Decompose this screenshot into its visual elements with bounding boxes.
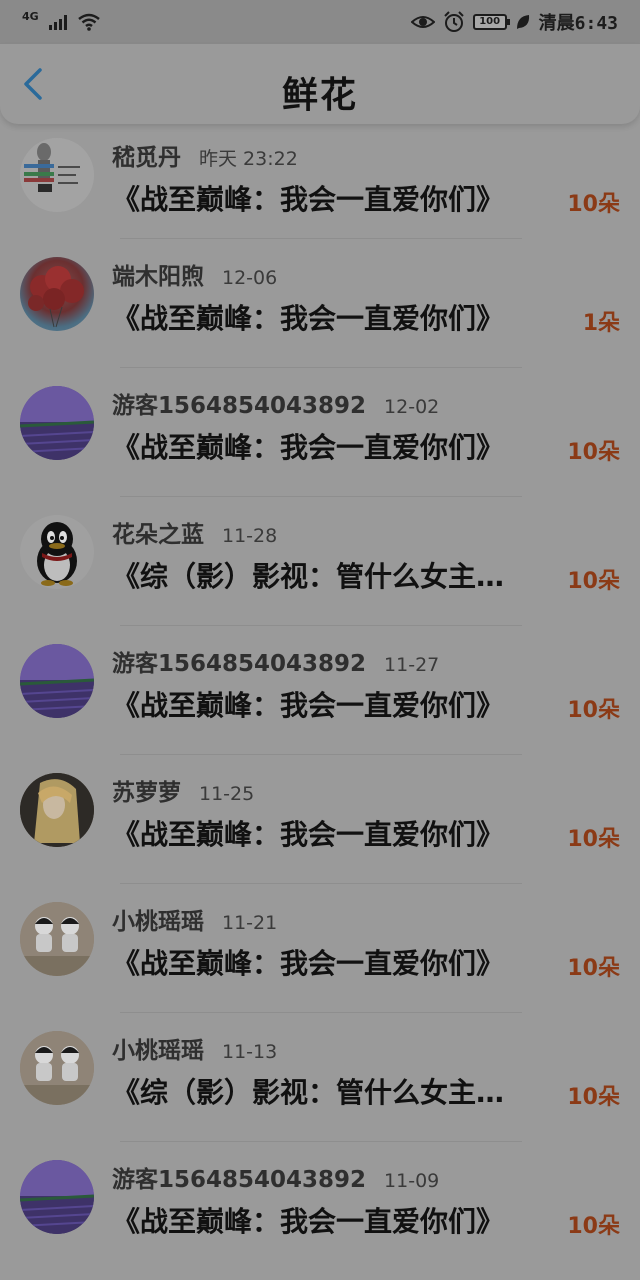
user-name: 端木阳煦 bbox=[112, 264, 204, 290]
avatar[interactable] bbox=[20, 138, 94, 212]
status-bar: 4G 100 清晨6:43 bbox=[0, 0, 640, 44]
battery-icon: 100 bbox=[472, 14, 510, 30]
timestamp: 12-06 bbox=[222, 267, 278, 289]
lavender-field-avatar-image bbox=[20, 644, 94, 718]
timestamp: 11-09 bbox=[384, 1170, 440, 1192]
status-left: 4G bbox=[22, 9, 101, 31]
name-line: 苏萝萝 11-25 bbox=[112, 773, 254, 807]
app-header: 鲜花 bbox=[0, 44, 640, 124]
book-title: 《战至巅峰：我会一直爱你们》 bbox=[112, 818, 505, 851]
book-title: 《战至巅峰：我会一直爱你们》 bbox=[112, 689, 505, 722]
list-item[interactable]: 游客1564854043892 11-09 《战至巅峰：我会一直爱你们》 10朵 bbox=[0, 1142, 640, 1271]
lavender-field-avatar-image bbox=[20, 1160, 94, 1234]
book-title: 《综（影）影视：管什么女主… bbox=[112, 1076, 505, 1109]
balloons-avatar-image bbox=[28, 266, 84, 328]
timestamp: 11-21 bbox=[222, 912, 278, 934]
flower-count: 10朵 bbox=[567, 440, 620, 465]
flower-count: 10朵 bbox=[567, 827, 620, 852]
status-right: 100 清晨6:43 bbox=[410, 9, 618, 35]
name-line: 嵇觅丹 昨天 23:22 bbox=[112, 138, 298, 172]
list-item[interactable]: 嵇觅丹 昨天 23:22 《战至巅峰：我会一直爱你们》 10朵 bbox=[0, 124, 640, 239]
book-title: 《综（影）影视：管什么女主… bbox=[112, 560, 505, 593]
book-title: 《战至巅峰：我会一直爱你们》 bbox=[112, 431, 505, 464]
user-name: 花朵之蓝 bbox=[112, 522, 204, 548]
flower-count: 10朵 bbox=[567, 192, 620, 217]
list-item[interactable]: 花朵之蓝 11-28 《综（影）影视：管什么女主… 10朵 bbox=[0, 497, 640, 626]
name-line: 游客1564854043892 11-27 bbox=[112, 644, 439, 678]
timestamp: 11-27 bbox=[384, 654, 440, 676]
timestamp: 昨天 23:22 bbox=[199, 148, 298, 170]
anime-girl-avatar-image bbox=[20, 773, 94, 847]
avatar[interactable] bbox=[20, 1031, 94, 1105]
book-title: 《战至巅峰：我会一直爱你们》 bbox=[112, 183, 505, 216]
avatar[interactable] bbox=[20, 773, 94, 847]
book-title: 《战至巅峰：我会一直爱你们》 bbox=[112, 947, 505, 980]
page-title: 鲜花 bbox=[281, 75, 358, 116]
lavender-field-avatar-image bbox=[20, 386, 94, 460]
flower-count: 10朵 bbox=[567, 698, 620, 723]
sketch-avatar-image bbox=[20, 138, 94, 212]
list-item[interactable]: 游客1564854043892 12-02 《战至巅峰：我会一直爱你们》 10朵 bbox=[0, 368, 640, 497]
eye-icon bbox=[410, 16, 435, 28]
avatar[interactable] bbox=[20, 644, 94, 718]
flower-count: 10朵 bbox=[567, 956, 620, 981]
name-line: 端木阳煦 12-06 bbox=[112, 257, 277, 291]
user-name: 游客1564854043892 bbox=[112, 1167, 367, 1193]
user-name: 小桃瑶瑶 bbox=[112, 909, 204, 935]
list-item[interactable]: 端木阳煦 12-06 《战至巅峰：我会一直爱你们》 1朵 bbox=[0, 239, 640, 368]
user-name: 游客1564854043892 bbox=[112, 651, 367, 677]
timestamp: 11-28 bbox=[222, 525, 278, 547]
book-title: 《战至巅峰：我会一直爱你们》 bbox=[112, 302, 505, 335]
flower-list: 嵇觅丹 昨天 23:22 《战至巅峰：我会一直爱你们》 10朵 端木阳煦 12-… bbox=[0, 124, 640, 1271]
name-line: 花朵之蓝 11-28 bbox=[112, 515, 277, 549]
flower-count: 1朵 bbox=[582, 311, 620, 336]
leaf-icon bbox=[516, 15, 529, 29]
network-type: 4G bbox=[22, 9, 39, 23]
user-name: 游客1564854043892 bbox=[112, 393, 367, 419]
list-item[interactable]: 苏萝萝 11-25 《战至巅峰：我会一直爱你们》 10朵 bbox=[0, 755, 640, 884]
dolls-avatar-image bbox=[20, 1031, 94, 1105]
name-line: 小桃瑶瑶 11-13 bbox=[112, 1031, 277, 1065]
timestamp: 12-02 bbox=[384, 396, 440, 418]
user-name: 苏萝萝 bbox=[112, 780, 181, 806]
list-item[interactable]: 小桃瑶瑶 11-13 《综（影）影视：管什么女主… 10朵 bbox=[0, 1013, 640, 1142]
name-line: 小桃瑶瑶 11-21 bbox=[112, 902, 277, 936]
timestamp: 11-25 bbox=[199, 783, 255, 805]
clock: 清晨6:43 bbox=[538, 13, 618, 34]
list-item[interactable]: 小桃瑶瑶 11-21 《战至巅峰：我会一直爱你们》 10朵 bbox=[0, 884, 640, 1013]
signal-icon bbox=[48, 14, 67, 30]
user-name: 小桃瑶瑶 bbox=[112, 1038, 204, 1064]
flower-count: 10朵 bbox=[567, 1085, 620, 1110]
name-line: 游客1564854043892 12-02 bbox=[112, 386, 439, 420]
avatar[interactable] bbox=[20, 257, 94, 331]
user-name: 嵇觅丹 bbox=[112, 145, 181, 171]
book-title: 《战至巅峰：我会一直爱你们》 bbox=[112, 1205, 505, 1238]
avatar[interactable] bbox=[20, 386, 94, 460]
flower-count: 10朵 bbox=[567, 1214, 620, 1239]
avatar[interactable] bbox=[20, 1160, 94, 1234]
avatar[interactable] bbox=[20, 902, 94, 976]
penguin-avatar-image bbox=[37, 522, 77, 586]
list-item[interactable]: 游客1564854043892 11-27 《战至巅峰：我会一直爱你们》 10朵 bbox=[0, 626, 640, 755]
alarm-icon bbox=[443, 11, 464, 32]
name-line: 游客1564854043892 11-09 bbox=[112, 1160, 439, 1194]
dolls-avatar-image bbox=[20, 902, 94, 976]
avatar[interactable] bbox=[20, 515, 94, 589]
timestamp: 11-13 bbox=[222, 1041, 278, 1063]
wifi-icon bbox=[77, 13, 100, 31]
flower-count: 10朵 bbox=[567, 569, 620, 594]
